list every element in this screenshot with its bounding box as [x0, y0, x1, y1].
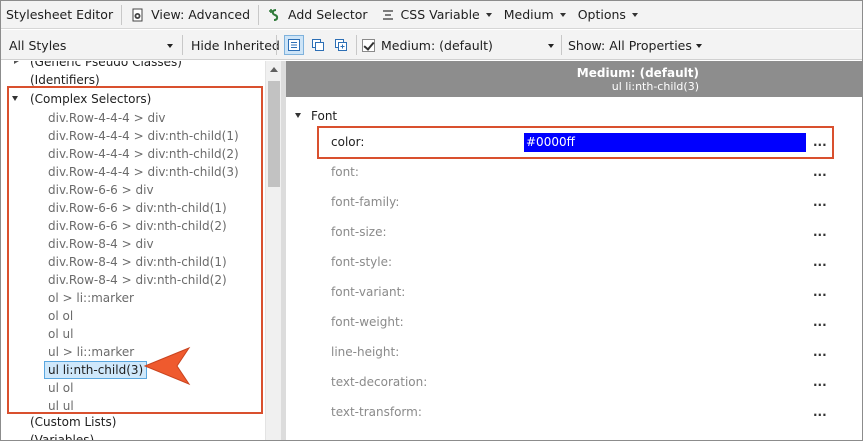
view-icon — [130, 7, 146, 23]
property-row[interactable]: font-variant:... — [331, 282, 831, 302]
hide-inherited-button[interactable]: Hide Inherited — [191, 30, 280, 60]
category-label: Font — [311, 109, 338, 123]
medium-select-value: Medium: (default) — [381, 37, 493, 53]
add-view-button[interactable] — [331, 35, 351, 55]
property-row[interactable]: text-transform:... — [331, 402, 831, 422]
tree-group-label: (Variables) — [30, 433, 95, 441]
medium-select-dropdown[interactable]: Medium: (default) — [362, 30, 554, 60]
view-advanced-button[interactable]: View: Advanced — [124, 1, 256, 29]
options-menu[interactable]: Options — [572, 1, 644, 29]
property-row[interactable]: font-family:... — [331, 192, 831, 212]
view-advanced-label: View: Advanced — [151, 7, 251, 22]
property-ellipsis-button[interactable]: ... — [813, 282, 827, 302]
add-selector-button[interactable]: Add Selector — [261, 1, 374, 29]
chevron-down-icon — [695, 43, 702, 48]
property-row[interactable]: font-weight:... — [331, 312, 831, 332]
properties-header: Medium: (default) ul li:nth-child(3) — [286, 61, 862, 97]
property-name: font-style: — [331, 255, 393, 269]
property-ellipsis-button[interactable]: ... — [813, 252, 827, 272]
property-name: font-family: — [331, 195, 400, 209]
property-row[interactable]: font:... — [331, 162, 831, 182]
header-selector: ul li:nth-child(3) — [611, 80, 699, 93]
css-variable-label: CSS Variable — [400, 7, 480, 22]
tree-group-label: (Custom Lists) — [30, 415, 117, 429]
medium-checkbox[interactable] — [362, 38, 375, 52]
tree-group-variables[interactable]: (Variables) — [30, 431, 95, 441]
tree-group-generic-pseudo-classes[interactable]: (Generic Pseudo Classes) — [14, 61, 182, 71]
chevron-down-icon — [548, 43, 554, 48]
add-copy-icon — [335, 39, 347, 51]
property-name: text-decoration: — [331, 375, 428, 389]
styles-filter-value: All Styles — [9, 37, 67, 53]
property-row[interactable]: text-decoration:... — [331, 372, 831, 392]
property-ellipsis-button[interactable]: ... — [813, 402, 827, 422]
show-properties-value: Show: All Properties — [568, 37, 692, 53]
stylesheet-editor-window: Stylesheet Editor View: Advanced Add Sel… — [0, 0, 863, 441]
property-ellipsis-button[interactable]: ... — [813, 222, 827, 242]
toolbar-separator — [121, 4, 123, 25]
css-variable-button[interactable]: CSS Variable — [374, 1, 498, 29]
add-selector-icon — [267, 7, 283, 23]
toolbar-separator — [258, 4, 260, 25]
property-name: font-size: — [331, 225, 387, 239]
show-properties-dropdown[interactable]: Show: All Properties — [568, 30, 702, 60]
highlight-box-color-row — [317, 126, 834, 159]
header-medium: Medium: (default) — [576, 66, 699, 80]
collapse-arrow-icon[interactable] — [295, 113, 301, 118]
property-name: text-transform: — [331, 405, 422, 419]
property-ellipsis-button[interactable]: ... — [813, 312, 827, 332]
callout-arrow-icon — [143, 346, 191, 386]
property-row[interactable]: line-height:... — [331, 342, 831, 362]
list-view-button[interactable] — [284, 35, 304, 55]
toolbar-separator — [182, 35, 183, 55]
tree-group-custom-lists[interactable]: (Custom Lists) — [30, 413, 116, 431]
copy-icon — [312, 39, 324, 51]
scroll-thumb[interactable] — [268, 81, 280, 187]
css-variable-icon — [380, 7, 396, 23]
editor-title: Stylesheet Editor — [1, 1, 119, 29]
toolbar-separator — [276, 35, 277, 55]
category-font[interactable]: Font — [286, 107, 862, 125]
tree-group-label: (Identifiers) — [30, 73, 100, 87]
property-ellipsis-button[interactable]: ... — [813, 342, 827, 362]
expand-arrow-icon[interactable] — [14, 61, 19, 64]
tree-scrollbar[interactable] — [265, 61, 281, 440]
property-name: font-variant: — [331, 285, 406, 299]
options-menu-label: Options — [577, 7, 626, 22]
chevron-down-icon — [485, 13, 492, 17]
chevron-down-icon — [559, 13, 566, 17]
properties-panel: Medium: (default) ul li:nth-child(3) Fon… — [286, 61, 862, 440]
property-row[interactable]: font-size:... — [331, 222, 831, 242]
toolbar-separator — [561, 35, 562, 55]
property-name: line-height: — [331, 345, 400, 359]
chevron-down-icon — [167, 43, 173, 48]
property-ellipsis-button[interactable]: ... — [813, 192, 827, 212]
editor-title-text: Stylesheet Editor — [6, 7, 114, 22]
property-ellipsis-button[interactable]: ... — [813, 372, 827, 392]
add-selector-label: Add Selector — [288, 7, 368, 22]
toolbar-separator — [356, 35, 357, 55]
styles-filter-dropdown[interactable]: All Styles — [9, 30, 177, 60]
tree-group-label: (Generic Pseudo Classes) — [30, 61, 182, 69]
property-ellipsis-button[interactable]: ... — [813, 162, 827, 182]
property-name: font: — [331, 165, 359, 179]
scroll-up-arrow-icon[interactable] — [270, 67, 278, 72]
list-view-icon — [288, 39, 300, 51]
main-toolbar: Stylesheet Editor View: Advanced Add Sel… — [1, 1, 862, 29]
chevron-down-icon — [631, 13, 638, 17]
highlight-box-complex-selectors — [7, 86, 263, 414]
property-name: font-weight: — [331, 315, 404, 329]
medium-menu[interactable]: Medium — [498, 1, 572, 29]
copy-view-button[interactable] — [308, 35, 328, 55]
hide-inherited-label: Hide Inherited — [191, 37, 280, 53]
filter-toolbar: All Styles Hide Inherited Medium: (defau… — [1, 30, 862, 60]
property-row[interactable]: font-style:... — [331, 252, 831, 272]
medium-menu-label: Medium — [503, 7, 554, 22]
